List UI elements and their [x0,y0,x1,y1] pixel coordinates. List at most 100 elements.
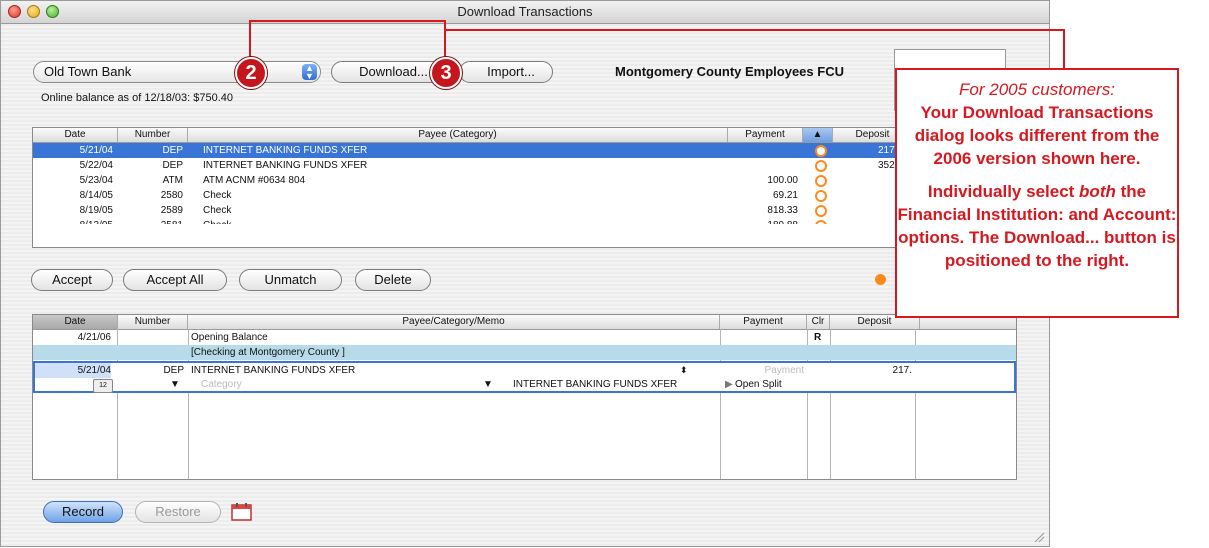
online-balance: Online balance as of 12/18/03: $750.40 [41,92,234,104]
match-status-icon [815,175,827,187]
note-body-2b: both [1079,182,1116,201]
table-row[interactable]: 8/19/05 2589 Check 818.33 [33,203,911,218]
row-memo: [Checking at Montgomery County ] [191,347,345,358]
institution-name: Montgomery County Employees FCU [615,64,844,79]
calendar-schedule-icon[interactable] [229,501,255,523]
edit-date-field[interactable]: 5/21/04 [35,363,111,378]
row-payment: 818.33 [767,205,798,216]
note-body-1: Your Download Transactions dialog looks … [914,103,1160,168]
record-button[interactable]: Record [43,501,123,523]
row-payment: 69.21 [772,190,798,201]
row-payee: Check [203,205,232,216]
account-popup-value: Old Town Bank [44,64,132,79]
register-memo-row[interactable]: [Checking at Montgomery County ] [33,345,1016,360]
row-number: 2581 [160,220,183,231]
match-status-icon [815,160,827,172]
header-status-sort[interactable]: ▲ [803,128,833,142]
number-dropdown-icon[interactable]: ▼ [170,377,182,392]
category-dropdown-icon[interactable]: ▼ [483,377,495,392]
edit-payment-field[interactable]: Payment [722,363,804,378]
calendar-icon[interactable]: 12 [93,379,113,393]
register-opening-row[interactable]: 4/21/06 Opening Balance R [33,330,1016,345]
row-payment: 100.00 [767,175,798,186]
downloaded-table-header: Date Number Payee (Category) Payment ▲ D… [33,128,911,143]
register-table[interactable]: Date Number Payee/Category/Memo Payment … [32,314,1017,480]
match-status-icon [815,190,827,202]
match-status-icon [815,145,827,157]
row-date: 8/14/05 [79,190,113,201]
resize-grip-icon[interactable] [1033,530,1045,543]
register-header-clr[interactable]: Clr [807,315,830,329]
restore-button[interactable]: Restore [135,501,221,523]
register-header-payee[interactable]: Payee/Category/Memo [188,315,720,329]
row-deposit: 352.9 [877,160,903,171]
header-payee-category[interactable]: Payee (Category) [188,128,728,142]
row-date: 5/21/04 [79,145,113,156]
callout-2-line-horizontal [249,20,445,22]
table-row[interactable]: 5/21/04 DEP INTERNET BANKING FUNDS XFER … [33,143,911,158]
row-deposit: 217.9 [877,145,903,156]
table-row[interactable]: 8/14/05 2580 Check 69.21 [33,188,911,203]
row-clr: R [814,332,822,343]
row-number: DEP [162,160,183,171]
header-date[interactable]: Date [33,128,118,142]
header-payment[interactable]: Payment [728,128,803,142]
callout-2-line [249,20,251,62]
callout-number-3: 3 [430,57,462,89]
row-date: 4/21/06 [77,332,111,343]
row-payment: 189.88 [767,220,798,231]
row-payee: INTERNET BANKING FUNDS XFER [203,145,368,156]
memo-field[interactable]: INTERNET BANKING FUNDS XFER [513,377,723,392]
table-row[interactable]: 5/23/04 ATM ATM ACNM #0634 804 100.00 [33,173,911,188]
row-date: 8/19/05 [79,205,113,216]
register-header-number[interactable]: Number [118,315,188,329]
download-transactions-window: Download Transactions Old Town Bank ▲ ▼ D… [0,0,1050,547]
import-button[interactable]: Import... [459,61,553,83]
register-header: Date Number Payee/Category/Memo Payment … [33,315,1016,330]
split-triangle-icon[interactable]: ▶ [725,377,735,392]
row-date: 8/13/05 [79,220,113,231]
delete-button[interactable]: Delete [355,269,431,291]
payee-stepper-icon[interactable]: ⬍ [680,363,692,378]
row-number: DEP [162,145,183,156]
row-number: 2589 [160,205,183,216]
row-payee: Check [203,190,232,201]
popup-arrows-icon: ▲ ▼ [302,64,317,81]
row-payee: INTERNET BANKING FUNDS XFER [203,160,368,171]
row-payee: Check [203,220,232,231]
account-popup[interactable]: Old Town Bank ▲ ▼ [33,61,321,83]
downloaded-transactions-table[interactable]: Date Number Payee (Category) Payment ▲ D… [32,127,912,248]
register-edit-row[interactable]: 5/21/04 DEP INTERNET BANKING FUNDS XFER … [33,361,1016,393]
register-header-payment[interactable]: Payment [720,315,807,329]
row-number: 2580 [160,190,183,201]
match-status-icon [815,220,827,224]
row-date: 5/22/04 [79,160,113,171]
row-date: 5/23/04 [79,175,113,186]
accept-all-button[interactable]: Accept All [123,269,227,291]
row-payee: Opening Balance [191,332,268,343]
callout-line-horizontal [444,29,1065,31]
edit-payee-field[interactable]: INTERNET BANKING FUNDS XFER [191,363,691,378]
table-row[interactable]: 8/13/05 2581 Check 189.88 [33,218,911,231]
callout-line-vertical [1063,29,1065,70]
edit-deposit-field[interactable]: 217. [832,363,912,378]
header-number[interactable]: Number [118,128,188,142]
annotation-note: For 2005 customers: Your Download Transa… [895,68,1179,318]
window-title: Download Transactions [457,4,593,19]
unmatch-button[interactable]: Unmatch [239,269,342,291]
match-status-icon [815,205,827,217]
category-field[interactable]: Category [201,377,401,392]
sort-up-icon: ▲ [812,129,823,140]
status-legend-icon [875,274,886,285]
edit-number-field[interactable]: DEP [120,363,184,378]
register-header-date[interactable]: Date [33,315,118,329]
note-body-2a: Individually select [927,182,1080,201]
open-split-button[interactable]: Open Split [735,377,809,392]
row-payee: ATM ACNM #0634 804 [203,175,306,186]
title-bar: Download Transactions [1,1,1049,24]
row-number: ATM [162,175,183,186]
accept-button[interactable]: Accept [31,269,113,291]
note-heading: For 2005 customers: [959,80,1115,99]
table-row[interactable]: 5/22/04 DEP INTERNET BANKING FUNDS XFER … [33,158,911,173]
callout-number-2: 2 [235,57,267,89]
